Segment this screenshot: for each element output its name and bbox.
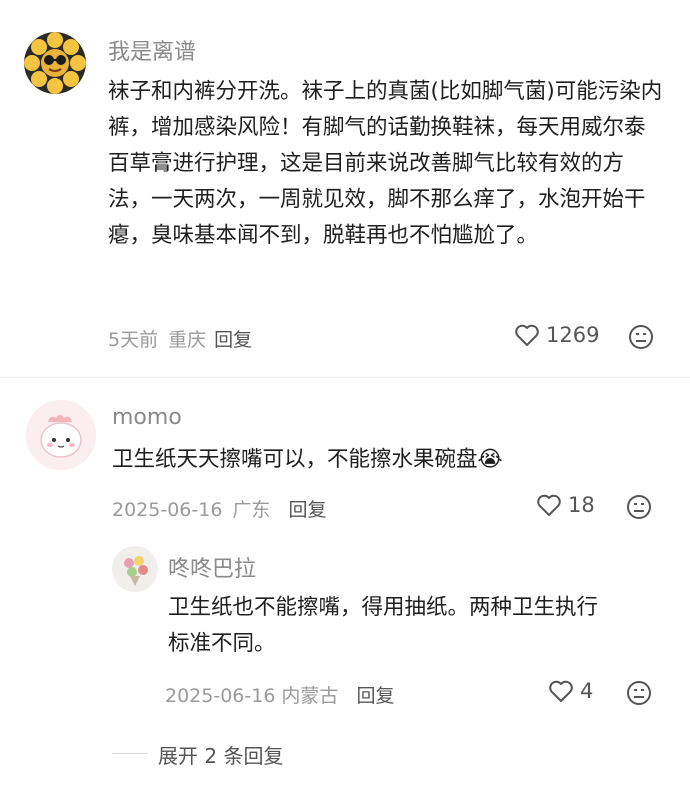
reply-meta: 2025-06-16 内蒙古 回复 bbox=[165, 681, 394, 708]
frown-face-icon bbox=[627, 681, 651, 705]
frown-face-icon bbox=[629, 325, 653, 349]
timestamp: 5天前 bbox=[108, 329, 159, 351]
flower-bouquet-avatar-icon bbox=[112, 546, 158, 592]
comment-text-body: 卫生纸天天擦嘴可以，不能擦水果碗盘 bbox=[112, 447, 478, 472]
frown-face-icon bbox=[627, 495, 651, 519]
sunflower-avatar-icon bbox=[24, 32, 86, 94]
like-button[interactable]: 1269 bbox=[514, 323, 599, 347]
username[interactable]: 咚咚巴拉 bbox=[168, 551, 256, 583]
like-button[interactable]: 4 bbox=[548, 679, 593, 703]
location: 内蒙古 bbox=[281, 685, 339, 707]
avatar[interactable] bbox=[26, 400, 96, 470]
comment-text: 卫生纸天天擦嘴可以，不能擦水果碗盘😭 bbox=[112, 442, 652, 478]
reply-button[interactable]: 回复 bbox=[214, 329, 252, 351]
divider bbox=[0, 377, 690, 378]
crying-emoji: 😭 bbox=[477, 447, 503, 472]
like-button[interactable]: 18 bbox=[536, 493, 595, 517]
location: 重庆 bbox=[168, 329, 207, 351]
heart-outline-icon bbox=[549, 680, 573, 702]
like-count: 1269 bbox=[546, 323, 600, 347]
expand-divider bbox=[112, 753, 148, 754]
dislike-button[interactable] bbox=[626, 494, 652, 524]
comment-text: 袜子和内裤分开洗。袜子上的真菌(比如脚气菌)可能污染内裤，增加感染风险！有脚气的… bbox=[108, 79, 663, 248]
avatar[interactable] bbox=[24, 32, 86, 94]
timestamp: 2025-06-16 bbox=[165, 685, 276, 707]
comment-meta: 2025-06-16 广东 回复 bbox=[112, 495, 326, 522]
cute-character-avatar-icon bbox=[26, 400, 96, 470]
username[interactable]: 我是离谱 bbox=[108, 34, 196, 66]
username[interactable]: momo bbox=[112, 405, 182, 430]
like-count: 4 bbox=[580, 679, 594, 703]
comment-meta: 5天前 重庆 回复 bbox=[108, 325, 252, 352]
dislike-button[interactable] bbox=[626, 680, 652, 710]
timestamp: 2025-06-16 bbox=[112, 499, 223, 521]
reply-text: 卫生纸也不能擦嘴，得用抽纸。两种卫生执行标准不同。 bbox=[168, 595, 599, 656]
comment-list: 我是离谱 袜子和内裤分开洗。袜子上的真菌(比如脚气菌)可能污染内裤，增加感染风险… bbox=[0, 0, 690, 797]
heart-outline-icon bbox=[515, 324, 539, 346]
heart-outline-icon bbox=[537, 494, 561, 516]
avatar[interactable] bbox=[112, 546, 158, 592]
reply-button[interactable]: 回复 bbox=[356, 685, 394, 707]
reply-button[interactable]: 回复 bbox=[288, 499, 326, 521]
dislike-button[interactable] bbox=[628, 324, 654, 354]
like-count: 18 bbox=[568, 493, 595, 517]
expand-replies-button[interactable]: 展开 2 条回复 bbox=[158, 740, 283, 769]
location: 广东 bbox=[232, 499, 271, 521]
